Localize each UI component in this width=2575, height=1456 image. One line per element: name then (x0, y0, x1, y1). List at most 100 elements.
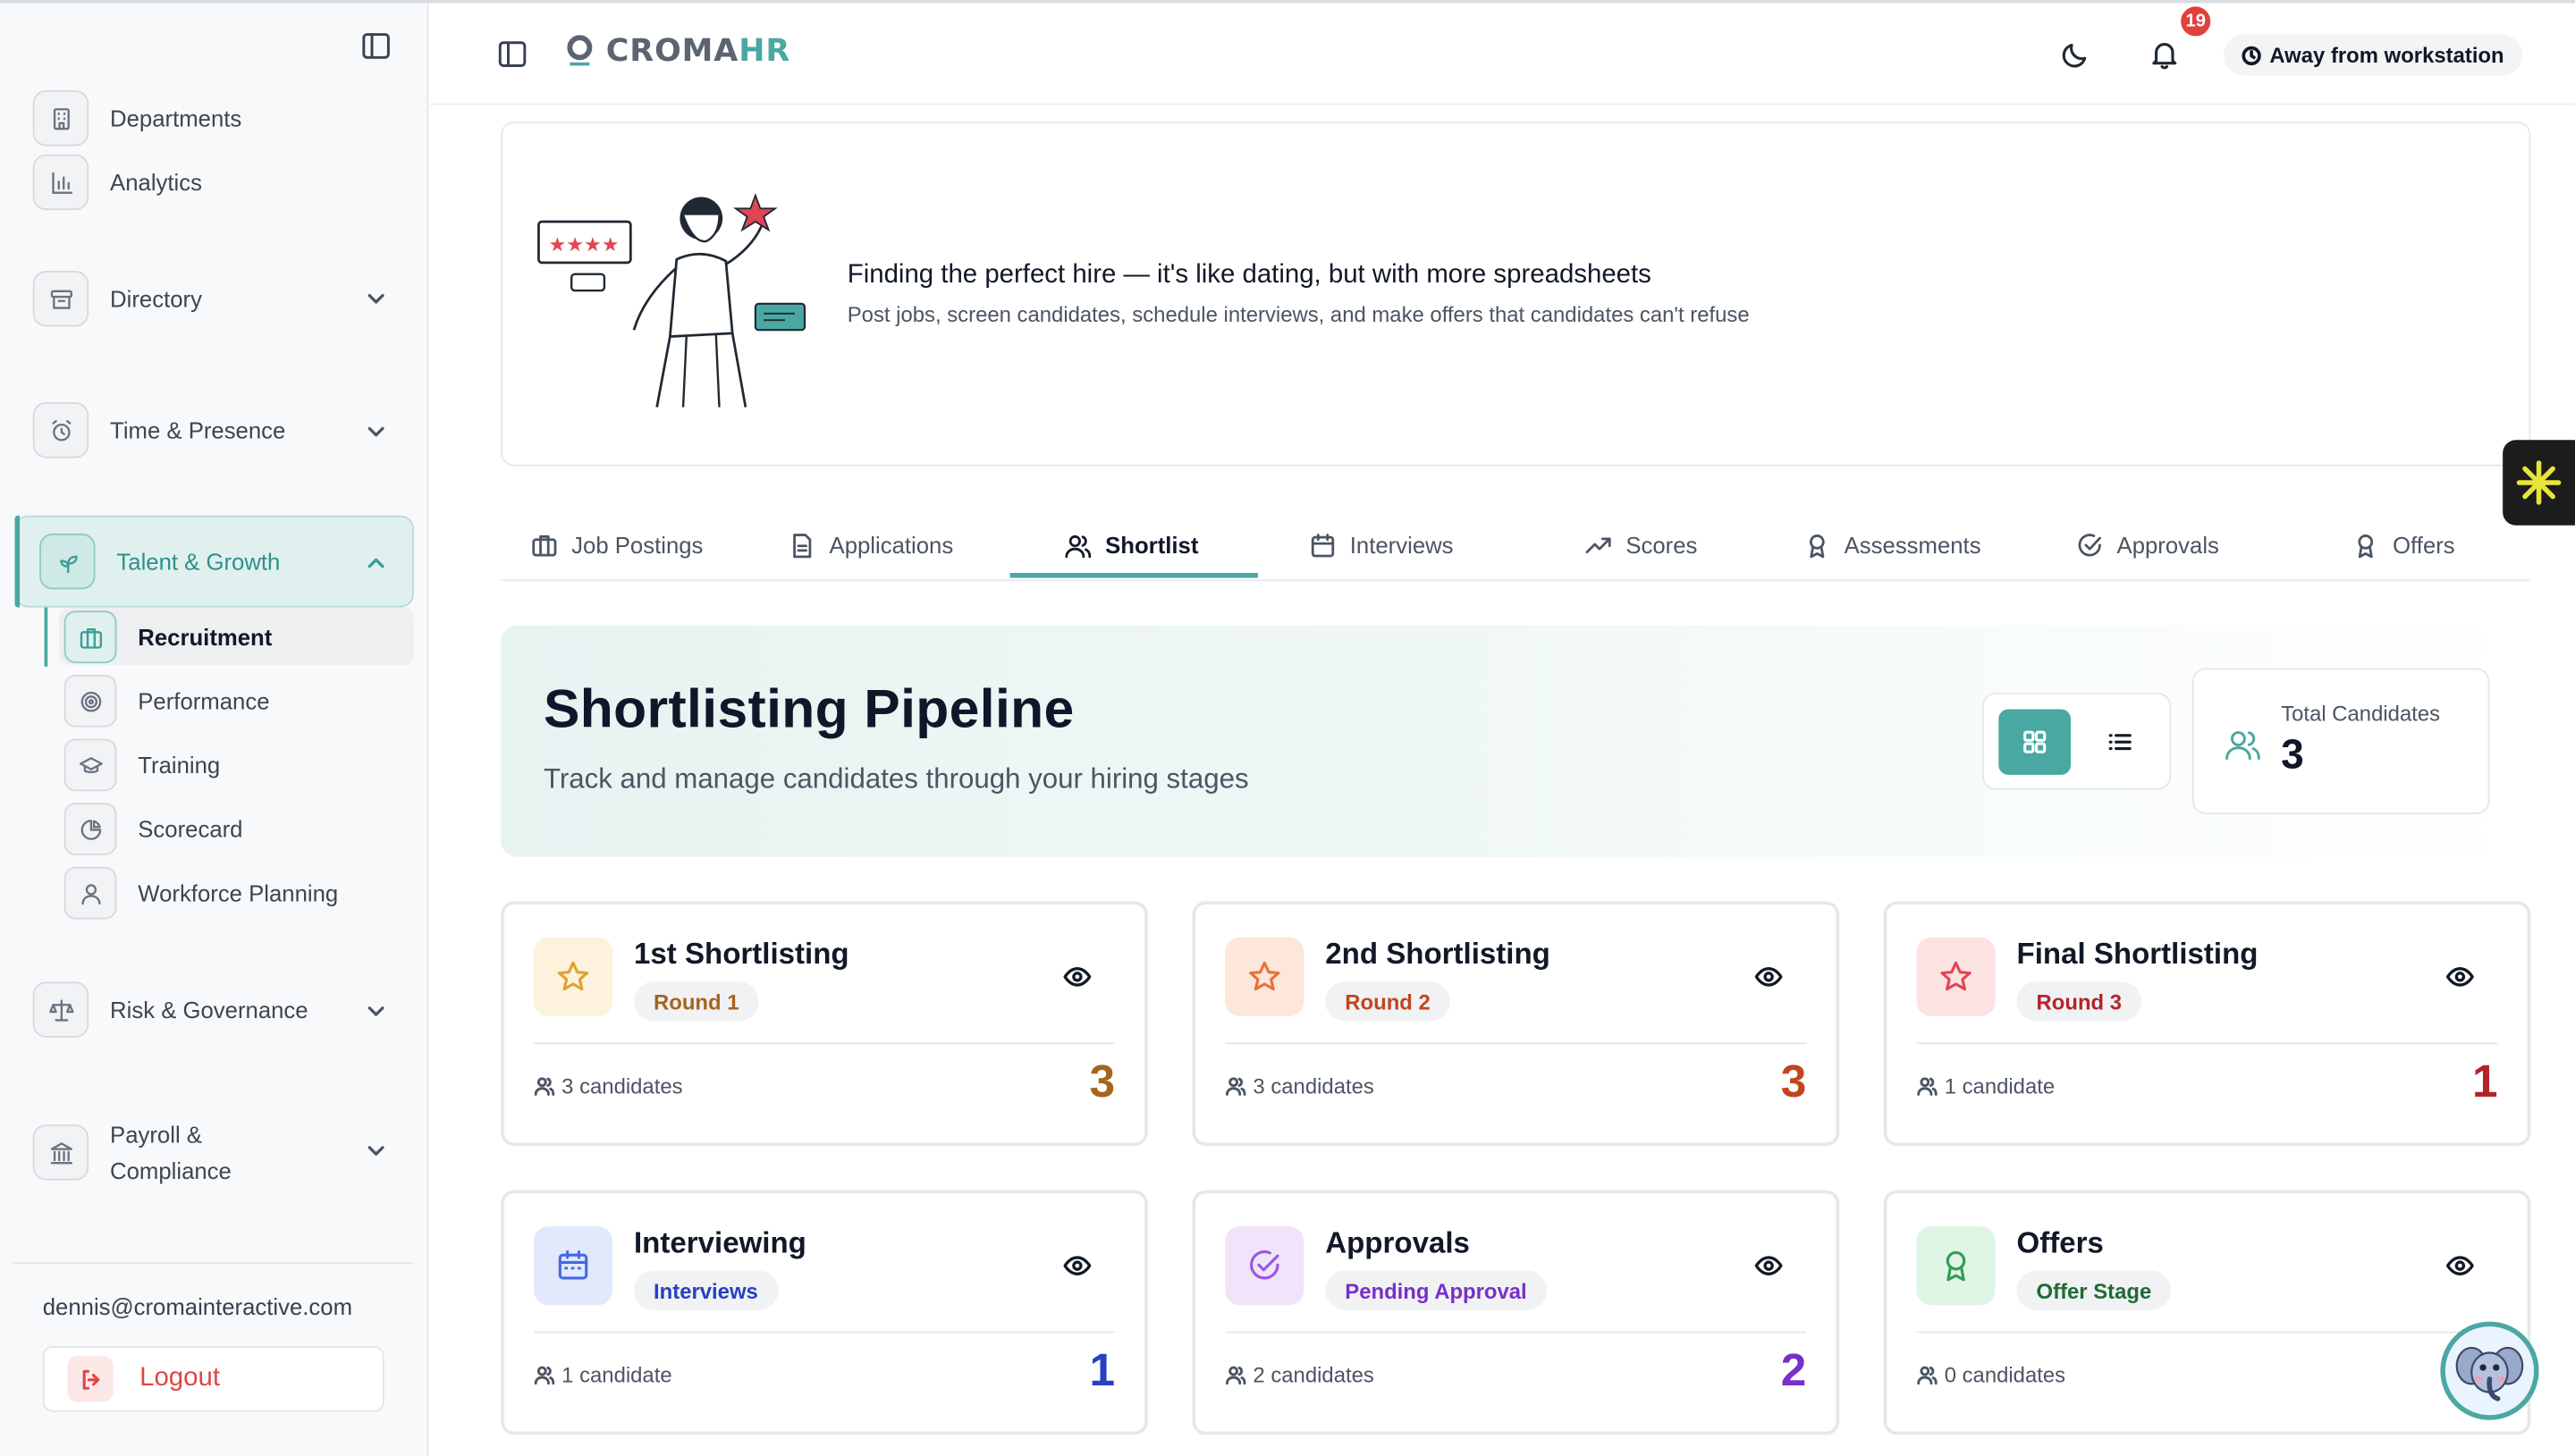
logo-text-suffix: HR (739, 32, 791, 70)
users-icon (1065, 534, 1092, 558)
eye-icon[interactable] (2445, 962, 2475, 991)
tab-label: Job Postings (571, 532, 704, 559)
card-divider (1916, 1331, 2498, 1334)
bell-icon[interactable] (2148, 38, 2181, 71)
sidebar-subitem-performance[interactable]: Performance (63, 674, 270, 728)
list-view-button[interactable] (2084, 709, 2157, 774)
label-line-1: Payroll & (110, 1121, 202, 1148)
sidebar-toggle-icon[interactable] (496, 38, 529, 71)
eye-icon[interactable] (1754, 962, 1784, 991)
award-icon (2358, 534, 2374, 558)
recruiter-illustration: ★★★★ (536, 169, 818, 416)
sidebar-item-analytics[interactable]: Analytics (32, 154, 202, 211)
candidate-count-label: 3 candidates (1225, 1073, 1374, 1098)
list-icon (2108, 734, 2132, 751)
stage-badge: Pending Approval (1325, 1270, 1547, 1310)
stage-title: 1st Shortlisting (633, 937, 849, 971)
stage-title: Interviewing (633, 1226, 806, 1259)
sidebar-item-departments[interactable]: Departments (32, 90, 241, 147)
check-circle-icon (1225, 1226, 1304, 1306)
sidebar: Departments Analytics Directory Time & P… (0, 3, 429, 1456)
sidebar-subitem-workforce-planning[interactable]: Workforce Planning (63, 866, 338, 920)
candidate-count-text: 1 candidate (1944, 1073, 2056, 1098)
tab-label: Shortlist (1105, 532, 1199, 559)
award-icon (1916, 1226, 1996, 1306)
tab-assessments[interactable]: Assessments (1803, 512, 1981, 577)
candidate-count-text: 2 candidates (1253, 1362, 1374, 1388)
eye-icon[interactable] (1062, 1251, 1092, 1281)
sidebar-item-label: Talent & Growth (116, 548, 281, 575)
sidebar-item-risk-governance[interactable]: Risk & Governance (32, 981, 308, 1038)
sidebar-subitem-scorecard[interactable]: Scorecard (63, 803, 242, 855)
total-candidates-card: Total Candidates 3 (2192, 668, 2490, 815)
chevron-down-icon[interactable] (363, 1138, 389, 1164)
grid-view-button[interactable] (1998, 709, 2072, 775)
tab-applications[interactable]: Applications (789, 512, 954, 577)
grid-icon (2023, 730, 2047, 753)
sidebar-collapse-icon[interactable] (359, 29, 393, 63)
top-header: CROMAHR 19 Away from workstation (430, 3, 2575, 105)
stage-card[interactable]: Interviewing Interviews 1 candidate 1 (501, 1190, 1148, 1435)
user-icon (63, 866, 117, 920)
tab-offers[interactable]: Offers (2351, 512, 2455, 577)
graduation-cap-icon (63, 738, 117, 792)
bank-icon (32, 1124, 89, 1181)
sidebar-subitem-training[interactable]: Training (63, 738, 221, 792)
sidebar-subitem-label: Training (138, 752, 221, 778)
stage-card[interactable]: 1st Shortlisting Round 1 3 candidates 3 (501, 901, 1148, 1147)
candidate-count-text: 3 candidates (561, 1073, 683, 1098)
assistant-avatar[interactable] (2440, 1321, 2539, 1420)
tab-interviews[interactable]: Interviews (1309, 512, 1454, 577)
sidebar-item-time-presence[interactable]: Time & Presence (32, 401, 286, 459)
eye-icon[interactable] (1754, 1251, 1784, 1281)
tab-scores[interactable]: Scores (1584, 512, 1697, 577)
stage-card[interactable]: 2nd Shortlisting Round 2 3 candidates 3 (1192, 901, 1840, 1147)
check-circle-icon (2078, 533, 2101, 556)
logout-button[interactable]: Logout (42, 1346, 384, 1412)
tab-job-postings[interactable]: Job Postings (530, 512, 703, 577)
view-toggle (1981, 693, 2172, 790)
svg-text:★★★★: ★★★★ (548, 234, 619, 257)
users-icon (1917, 1366, 1938, 1385)
card-divider (533, 1331, 1116, 1334)
active-section-indicator (14, 515, 21, 608)
chevron-up-icon[interactable] (363, 550, 389, 576)
hero-banner: ★★★★ Finding the perfect hire — it's lik… (501, 121, 2531, 467)
stage-card[interactable]: Offers Offer Stage 0 candidates (1883, 1190, 2531, 1435)
tab-shortlist[interactable]: Shortlist (1064, 512, 1198, 577)
sparkle-icon (2516, 460, 2562, 505)
moon-icon[interactable] (2059, 38, 2092, 71)
recruitment-tabs: Job Postings Applications Shortlist Inte… (501, 512, 2531, 582)
sidebar-item-talent-growth[interactable]: Talent & Growth (39, 533, 281, 590)
candidate-count-text: 0 candidates (1944, 1362, 2066, 1388)
eye-icon[interactable] (2445, 1251, 2475, 1281)
status-button[interactable]: Away from workstation (2223, 34, 2522, 76)
elephant-mascot-icon (2455, 1346, 2524, 1401)
sidebar-item-directory[interactable]: Directory (32, 271, 202, 327)
sidebar-subitem-recruitment[interactable]: Recruitment (63, 610, 272, 664)
brand-logo[interactable]: CROMAHR (563, 33, 790, 69)
stage-badge: Round 3 (2016, 981, 2142, 1022)
eye-icon[interactable] (1062, 962, 1092, 991)
calendar-icon (533, 1226, 613, 1306)
users-icon (534, 1366, 555, 1385)
stage-card[interactable]: Approvals Pending Approval 2 candidates 2 (1192, 1190, 1840, 1435)
award-icon (1810, 534, 1825, 558)
tab-approvals[interactable]: Approvals (2076, 512, 2219, 577)
users-icon (1917, 1077, 1938, 1096)
card-divider (1225, 1331, 1807, 1334)
sidebar-divider (13, 1262, 413, 1265)
sidebar-item-payroll-compliance[interactable]: Payroll & Compliance (32, 1116, 232, 1189)
chevron-down-icon[interactable] (363, 418, 389, 444)
building-icon (32, 90, 89, 147)
stage-card[interactable]: Final Shortlisting Round 3 1 candidate 1 (1883, 901, 2531, 1147)
card-divider (1916, 1042, 2498, 1045)
clock-icon (2242, 45, 2261, 65)
chevron-down-icon[interactable] (363, 998, 389, 1024)
pie-chart-icon (63, 803, 117, 855)
chevron-down-icon[interactable] (363, 286, 389, 312)
tab-label: Applications (829, 532, 954, 559)
stage-badge: Interviews (633, 1270, 778, 1310)
stage-count: 2 (1780, 1344, 1807, 1396)
sprout-icon (39, 533, 96, 590)
